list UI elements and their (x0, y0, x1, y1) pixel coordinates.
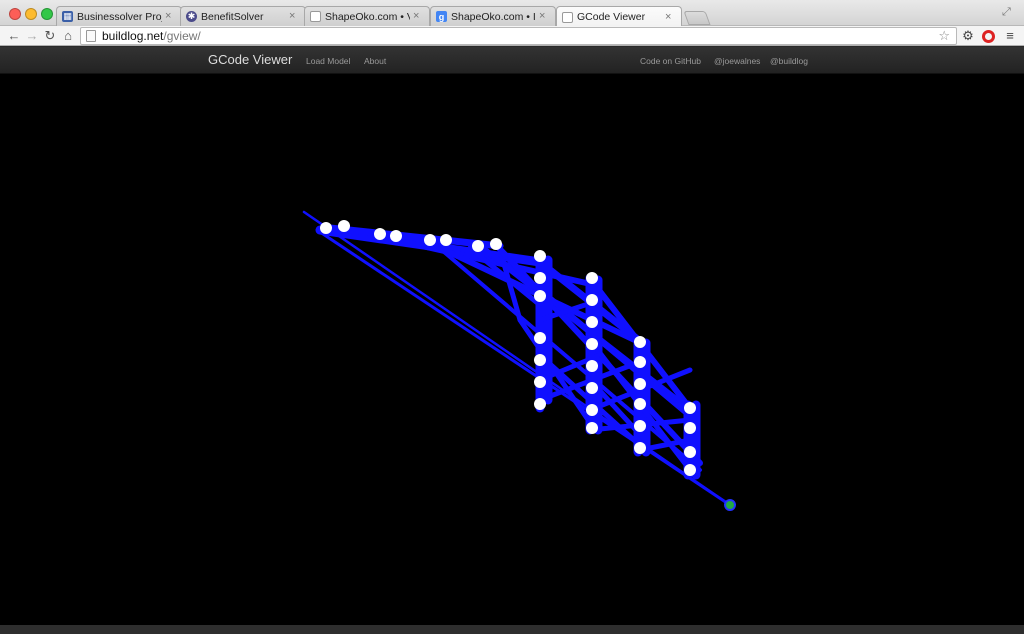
page-icon (86, 30, 96, 42)
tab-title: ShapeOko.com • Index pa (451, 10, 536, 23)
close-tab-icon[interactable]: × (289, 11, 299, 22)
origin-sphere (724, 499, 736, 511)
plunge-marker (634, 378, 646, 390)
plunge-marker (424, 234, 436, 246)
plunge-marker (534, 250, 546, 262)
plunge-marker (374, 228, 386, 240)
url-domain: buildlog.net (102, 29, 164, 43)
plunge-marker (634, 356, 646, 368)
window-zoom-button[interactable] (41, 8, 53, 20)
plunge-marker (534, 398, 546, 410)
plunge-marker (534, 272, 546, 284)
nav-about[interactable]: About (364, 56, 386, 66)
browser-tab-benefitsolver[interactable]: ✱ BenefitSolver × (180, 6, 306, 26)
plunge-marker (490, 238, 502, 250)
plunge-marker (534, 332, 546, 344)
plunge-marker (586, 316, 598, 328)
browser-tab-shapeoko-index[interactable]: g ShapeOko.com • Index pa × (430, 6, 556, 26)
tab-title: GCode Viewer (577, 11, 646, 23)
browser-tab-shapeoko-view[interactable]: ShapeOko.com • View topi × (304, 6, 430, 26)
reload-icon[interactable]: ↻ (42, 28, 58, 44)
browser-toolbar: ← → ↻ ⌂ buildlog.net/gview/ ☆ ⚙ ≡ (0, 26, 1024, 46)
origin-marker (724, 499, 736, 511)
tab-title: ShapeOko.com • View topi (325, 10, 410, 23)
plunge-marker (534, 354, 546, 366)
menu-icon[interactable]: ≡ (1002, 28, 1018, 44)
page-icon (310, 11, 321, 22)
nav-buildlog[interactable]: @buildlog (770, 56, 808, 66)
app-navbar: GCode Viewer Load Model About Code on Gi… (0, 47, 1024, 74)
google-icon: g (436, 11, 447, 22)
tab-title: BenefitSolver (201, 10, 264, 23)
nav-joewalnes[interactable]: @joewalnes (714, 56, 760, 66)
browser-tab-businessolver[interactable]: ▦ Businessolver Project Man × (56, 6, 182, 26)
url-path: /gview/ (163, 29, 201, 43)
plunge-marker (684, 422, 696, 434)
plunge-marker (586, 360, 598, 372)
close-tab-icon[interactable]: × (413, 11, 423, 22)
plunge-marker (634, 398, 646, 410)
nav-code-on-github[interactable]: Code on GitHub (640, 56, 701, 66)
plunge-marker (586, 272, 598, 284)
plunge-marker (472, 240, 484, 252)
plunge-marker (634, 420, 646, 432)
fullscreen-icon[interactable]: ⤢ (1002, 6, 1014, 18)
toolpath-render[interactable] (0, 74, 1024, 625)
close-tab-icon[interactable]: × (665, 11, 675, 23)
plunge-marker (440, 234, 452, 246)
plunge-marker (634, 442, 646, 454)
bookmark-star-icon[interactable]: ☆ (938, 28, 950, 44)
close-tab-icon[interactable]: × (165, 11, 175, 22)
page-content: GCode Viewer Load Model About Code on Gi… (0, 47, 1024, 625)
plunge-marker (684, 402, 696, 414)
plunge-marker (390, 230, 402, 242)
plunge-marker (634, 336, 646, 348)
plunge-marker (534, 290, 546, 302)
forward-arrow-icon[interactable]: → (24, 28, 40, 44)
page-icon (562, 11, 573, 23)
tab-title: Businessolver Project Man (77, 10, 162, 23)
plunge-marker (586, 338, 598, 350)
toolpath-segment (428, 238, 702, 472)
grid-icon: ▦ (62, 11, 73, 22)
brand-title[interactable]: GCode Viewer (208, 52, 292, 67)
toolpath-lines (302, 210, 732, 507)
new-tab-button[interactable] (683, 11, 711, 25)
benefitsolver-icon: ✱ (186, 11, 197, 22)
plunge-marker (586, 404, 598, 416)
window-bottom-edge (0, 625, 1024, 634)
window-close-button[interactable] (9, 8, 21, 20)
address-bar[interactable]: buildlog.net/gview/ ☆ (80, 27, 957, 45)
browser-tab-gcode-viewer[interactable]: GCode Viewer × (556, 6, 682, 27)
plunge-marker (586, 422, 598, 434)
browser-tab-strip: ▦ Businessolver Project Man × ✱ BenefitS… (0, 0, 1024, 27)
close-tab-icon[interactable]: × (539, 11, 549, 22)
plunge-marker (338, 220, 350, 232)
window-minimize-button[interactable] (25, 8, 37, 20)
plunge-marker (534, 376, 546, 388)
opera-extension-icon[interactable] (982, 30, 995, 43)
home-icon[interactable]: ⌂ (60, 28, 76, 44)
plunge-marker (684, 464, 696, 476)
plunge-marker (684, 446, 696, 458)
plunge-marker (586, 382, 598, 394)
plunge-marker (320, 222, 332, 234)
plunge-marker (586, 294, 598, 306)
nav-load-model[interactable]: Load Model (306, 56, 350, 66)
gcode-3d-viewport[interactable] (0, 74, 1024, 625)
back-arrow-icon[interactable]: ← (6, 28, 22, 44)
settings-gear-icon[interactable]: ⚙ (960, 28, 976, 44)
